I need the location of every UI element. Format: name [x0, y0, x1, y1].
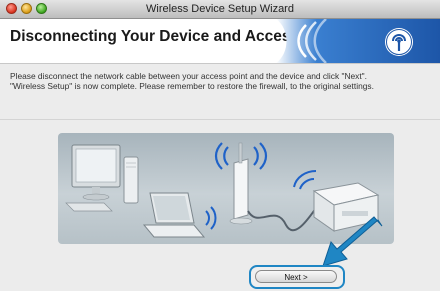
header-banner: Disconnecting Your Device and Access Poi… — [0, 19, 440, 64]
network-illustration — [58, 133, 394, 244]
title-bar: Wireless Device Setup Wizard — [0, 0, 440, 19]
laptop-icon — [142, 192, 206, 238]
divider — [0, 119, 440, 120]
instruction-line-1: Please disconnect the network cable betw… — [10, 71, 367, 81]
monitor-icon — [71, 144, 121, 201]
wireless-signal-icon — [276, 19, 440, 63]
keyboard-icon — [65, 202, 113, 212]
instruction-text: Please disconnect the network cable betw… — [10, 71, 435, 91]
next-button-highlight: Next > — [249, 265, 345, 289]
computer-tower-icon — [123, 156, 139, 204]
wifi-waves-icon — [205, 206, 217, 230]
window-title: Wireless Device Setup Wizard — [146, 3, 294, 15]
instruction-line-2: "Wireless Setup" is now complete. Please… — [10, 81, 374, 91]
printer-icon — [312, 182, 380, 232]
next-button[interactable]: Next > — [255, 270, 337, 283]
wizard-window: Wireless Device Setup Wizard Disconnecti… — [0, 0, 440, 291]
